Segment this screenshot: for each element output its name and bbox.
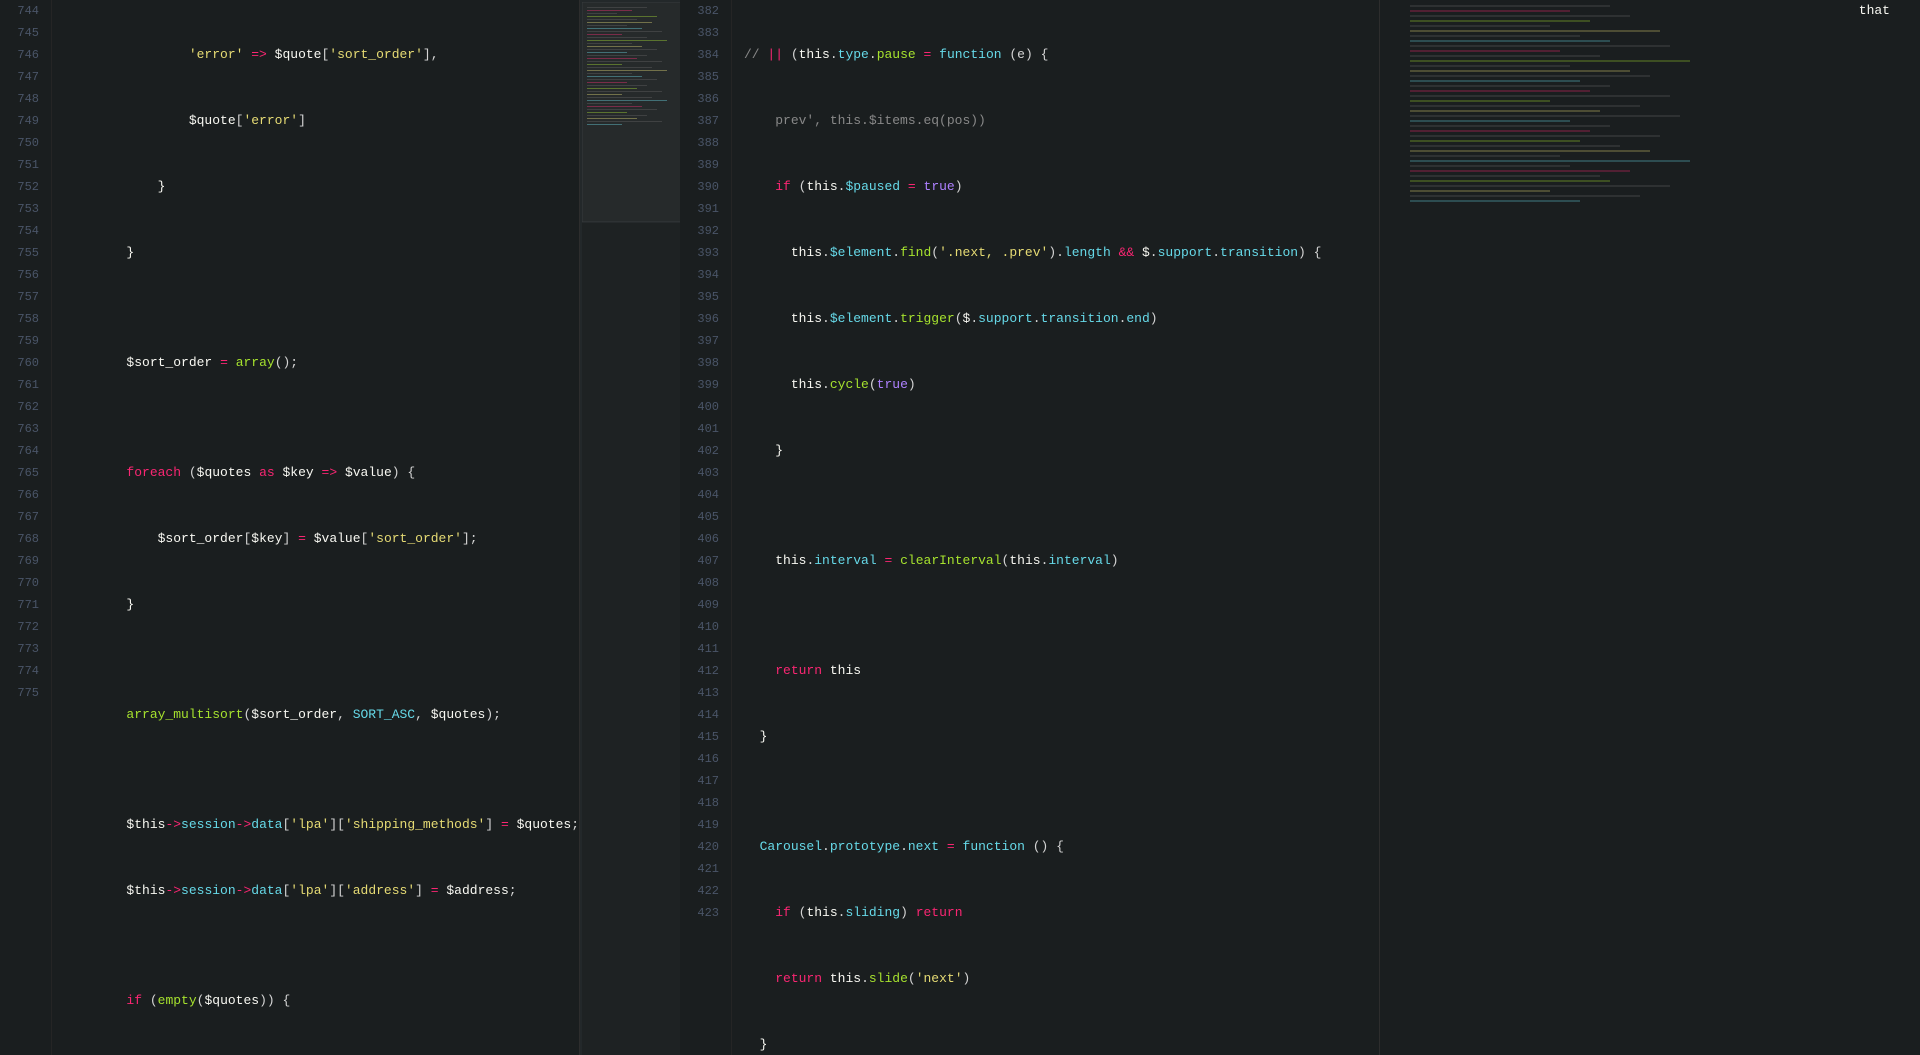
right-line-numbers: 382 383 384 385 386 387 388 389 390 391 …	[680, 0, 732, 1055]
left-code-content: 'error' => $quote['sort_order'], $quote[…	[52, 0, 579, 1055]
editor-container[interactable]: 744 745 746 747 748 749 750 751 752 753 …	[0, 0, 1920, 1055]
minimap-left[interactable]	[580, 0, 680, 1055]
minimap-right-svg	[1380, 0, 1920, 1055]
that-text: that	[1859, 0, 1890, 22]
right-code-panel: 382 383 384 385 386 387 388 389 390 391 …	[680, 0, 1380, 1055]
right-code-content: // || (this.type.pause = function (e) { …	[732, 0, 1379, 1055]
left-code-panel: 744 745 746 747 748 749 750 751 752 753 …	[0, 0, 580, 1055]
minimap-svg	[582, 2, 680, 1055]
minimap-right[interactable]: that	[1380, 0, 1920, 1055]
left-line-numbers: 744 745 746 747 748 749 750 751 752 753 …	[0, 0, 52, 1055]
